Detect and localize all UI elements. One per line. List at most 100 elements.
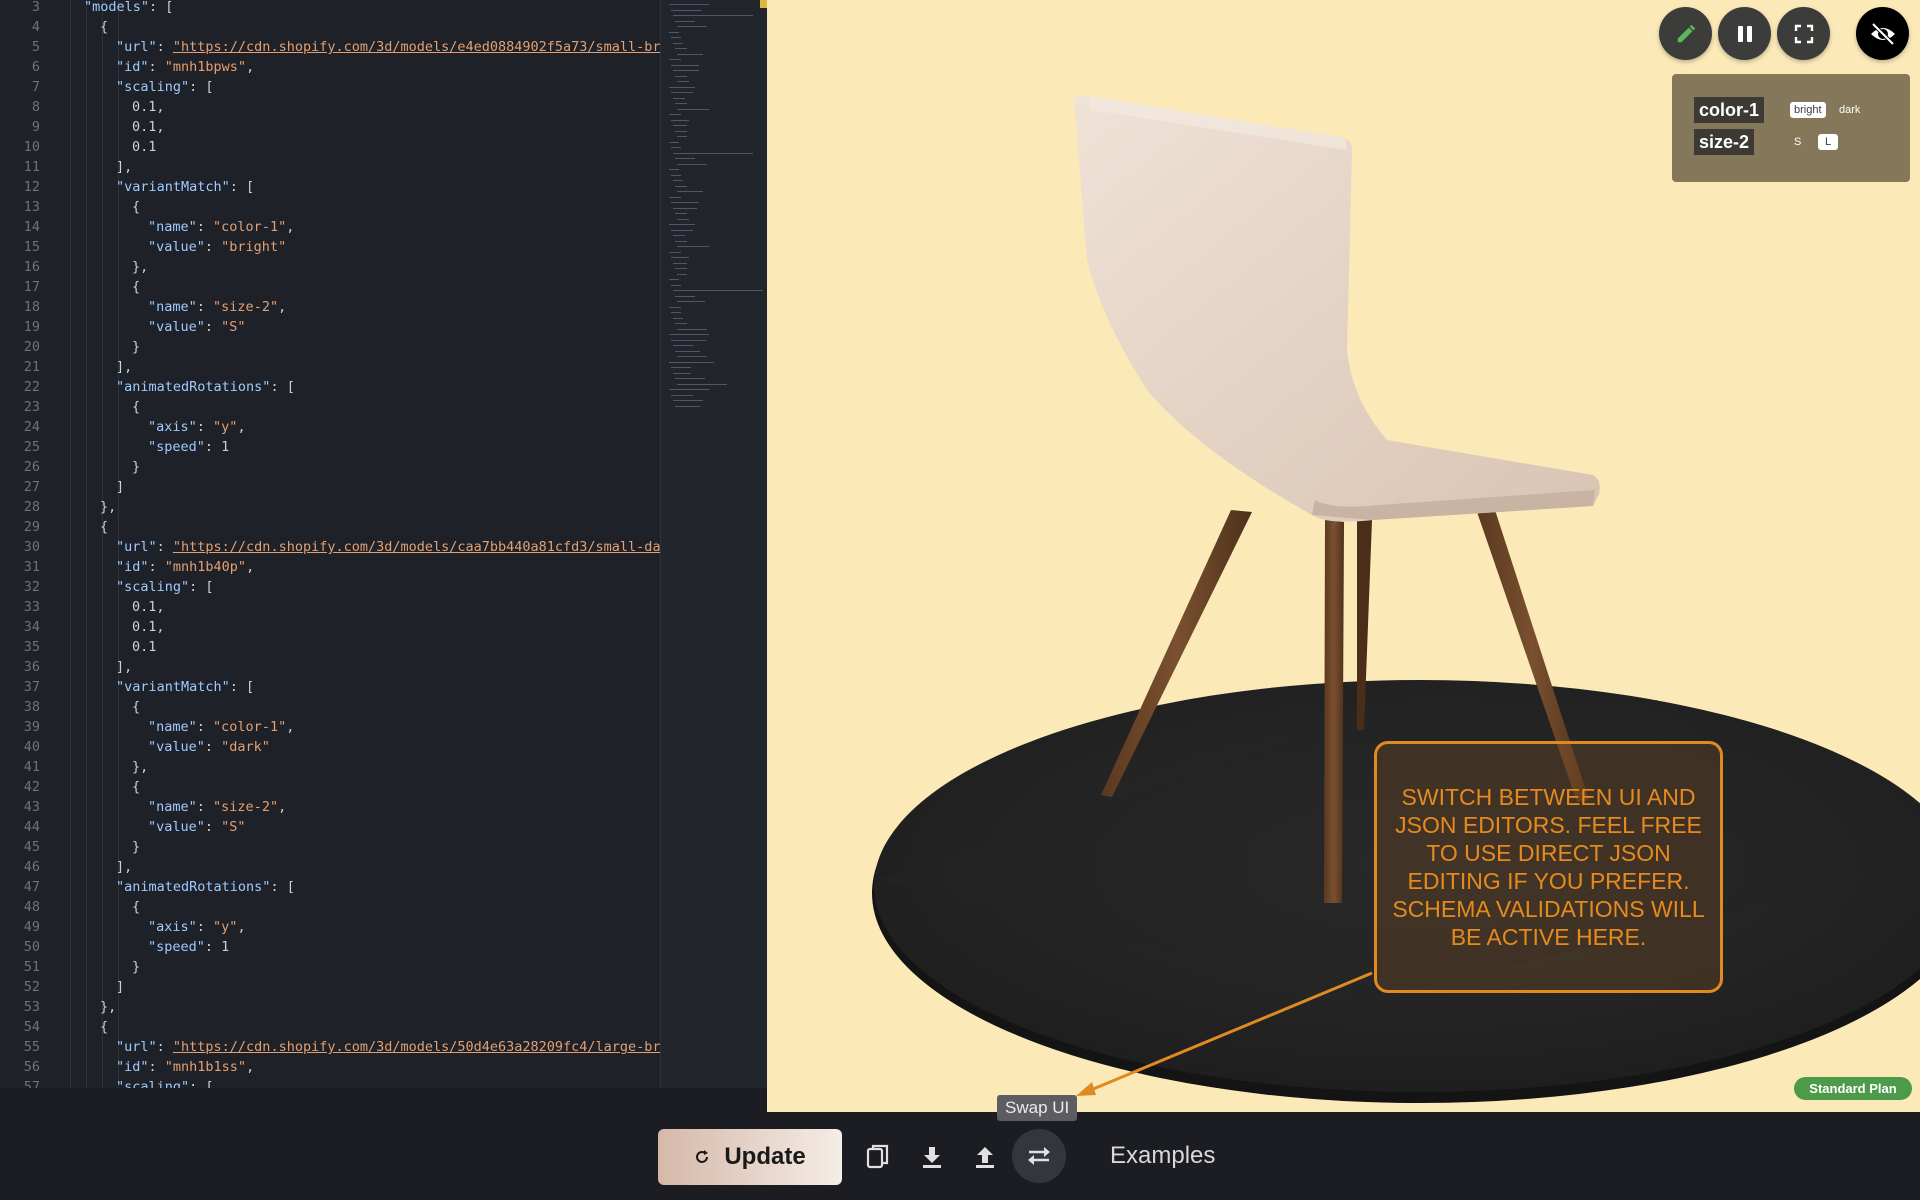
code-line[interactable]: 16}, [0,257,660,277]
code-line[interactable]: 11], [0,157,660,177]
code-line[interactable]: 37 "variantMatch": [ [0,677,660,697]
code-line[interactable]: 46], [0,857,660,877]
code-area[interactable]: 3 "models": [4{5 "url": "https://cdn.shopi… [0,0,660,1088]
minimap-line [675,103,687,104]
url-token[interactable]: "https://cdn.shopify.com/3d/models/caa7b… [173,539,660,555]
update-button[interactable]: Update [658,1129,842,1185]
code-line[interactable]: 30 "url": "https://cdn.shopify.com/3d/mod… [0,537,660,557]
code-token: : [196,919,214,935]
code-line[interactable]: 12 "variantMatch": [ [0,177,660,197]
code-line[interactable]: 19 "value": "S" [0,317,660,337]
fullscreen-button[interactable] [1777,7,1830,60]
code-line[interactable]: 45} [0,837,660,857]
code-line[interactable]: 49 "axis": "y", [0,917,660,937]
code-line[interactable]: 21], [0,357,660,377]
upload-button[interactable] [963,1135,1007,1179]
code-line[interactable]: 27] [0,477,660,497]
code-text: ] [116,977,124,997]
minimap-line [669,31,679,33]
examples-link[interactable]: Examples [1110,1142,1215,1170]
code-line[interactable]: 15 "value": "bright" [0,237,660,257]
code-line[interactable]: 44 "value": "S" [0,817,660,837]
code-line[interactable]: 20} [0,337,660,357]
code-line[interactable]: 38 { [0,697,660,717]
code-line[interactable]: 29 { [0,517,660,537]
code-line[interactable]: 40 "value": "dark" [0,737,660,757]
code-line[interactable]: 33 0.1, [0,597,660,617]
code-token: { [100,1019,109,1035]
code-line[interactable]: 9 0.1, [0,117,660,137]
code-line[interactable]: 18 "name": "size-2", [0,297,660,317]
code-line[interactable]: 51} [0,957,660,977]
code-text: "scaling": [ [116,1077,214,1088]
code-line[interactable]: 39 "name": "color-1", [0,717,660,737]
minimap-line [677,108,709,110]
minimap[interactable] [660,0,767,1088]
code-line[interactable]: 50 "speed": 1 [0,937,660,957]
code-line[interactable]: 24 "axis": "y", [0,417,660,437]
code-line[interactable]: 13 { [0,197,660,217]
code-token: "id" [116,1059,149,1075]
code-line[interactable]: 5 "url": "https://cdn.shopify.com/3d/mode… [0,37,660,57]
line-number: 25 [23,439,40,455]
code-token: 0.1 [132,139,157,155]
hide-ui-button[interactable] [1856,7,1909,60]
code-token: "url" [116,39,157,55]
line-number: 38 [23,699,40,715]
code-line[interactable]: 6 "id": "mnh1bpws", [0,57,660,77]
variant-option-s[interactable]: S [1790,134,1805,150]
line-number: 8 [31,99,40,115]
code-line[interactable]: 34 0.1, [0,617,660,637]
code-line[interactable]: 26} [0,457,660,477]
variant-option-dark[interactable]: dark [1835,102,1864,118]
code-line[interactable]: 23 { [0,397,660,417]
variant-option-l[interactable]: L [1818,134,1839,150]
code-line[interactable]: 8 0.1, [0,97,660,117]
code-line[interactable]: 35 0.1 [0,637,660,657]
code-text: "value": "S" [148,317,246,337]
code-line[interactable]: 4{ [0,17,660,37]
code-text: "variantMatch": [ [116,177,254,197]
code-line[interactable]: 54 { [0,1017,660,1037]
code-line[interactable]: 28}, [0,497,660,517]
code-line[interactable]: 10 0.1 [0,137,660,157]
code-line[interactable]: 32 "scaling": [ [0,577,660,597]
code-line[interactable]: 42 { [0,777,660,797]
code-line[interactable]: 52] [0,977,660,997]
code-token: "size-2" [213,299,279,315]
code-line[interactable]: 48 { [0,897,660,917]
line-number: 45 [23,839,40,855]
model-viewer[interactable]: color-1 bright dark size-2 S L SWITCH BE… [767,0,1920,1112]
pause-button[interactable] [1718,7,1771,60]
code-line[interactable]: 56 "id": "mnh1b1ss", [0,1057,660,1077]
code-token: : [148,559,165,575]
code-line[interactable]: 47 "animatedRotations": [ [0,877,660,897]
code-line[interactable]: 57 "scaling": [ [0,1077,660,1088]
code-token: "scaling" [116,579,190,595]
code-token: : [148,1059,165,1075]
edit-button[interactable] [1659,7,1712,60]
variant-option-bright[interactable]: bright [1790,102,1826,118]
code-line[interactable]: 7 "scaling": [ [0,77,660,97]
code-line[interactable]: 43 "name": "size-2", [0,797,660,817]
download-button[interactable] [910,1135,954,1179]
copy-button[interactable] [856,1135,900,1179]
swap-ui-button[interactable] [1012,1129,1066,1183]
code-line[interactable]: 14 "name": "color-1", [0,217,660,237]
line-number: 50 [23,939,40,955]
code-line[interactable]: 41}, [0,757,660,777]
code-line[interactable]: 36], [0,657,660,677]
code-line[interactable]: 17 { [0,277,660,297]
minimap-line [673,125,687,126]
code-line[interactable]: 25 "speed": 1 [0,437,660,457]
code-line[interactable]: 53}, [0,997,660,1017]
json-editor[interactable]: 3 "models": [4{5 "url": "https://cdn.shopi… [0,0,767,1088]
code-line[interactable]: 55 "url": "https://cdn.shopify.com/3d/mod… [0,1037,660,1057]
minimap-slider[interactable] [760,0,767,8]
line-number: 56 [23,1059,40,1075]
url-token[interactable]: "https://cdn.shopify.com/3d/models/50d4e… [173,1039,660,1055]
code-line[interactable]: 31 "id": "mnh1b40p", [0,557,660,577]
code-line[interactable]: 3 "models": [ [0,0,660,17]
code-line[interactable]: 22 "animatedRotations": [ [0,377,660,397]
url-token[interactable]: "https://cdn.shopify.com/3d/models/e4ed0… [173,39,660,55]
